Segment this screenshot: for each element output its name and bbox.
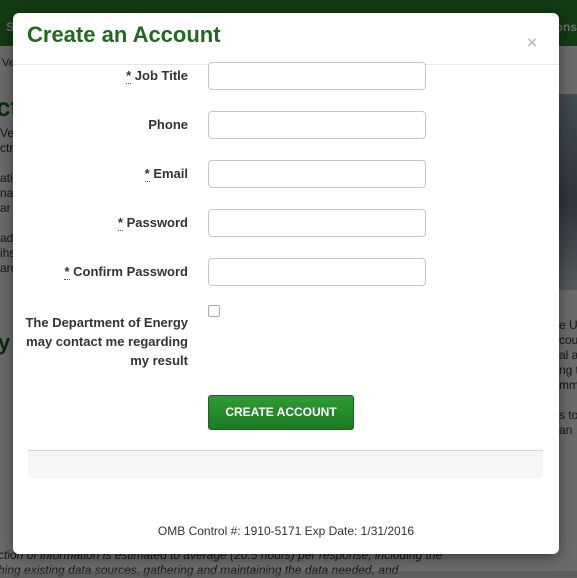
password-label-text: Password — [126, 215, 188, 230]
password-label: * Password — [117, 215, 188, 231]
form-row-job-title: * Job Title — [13, 62, 559, 92]
confirm-password-label-text: Confirm Password — [73, 264, 188, 279]
form-row-phone: Phone — [13, 111, 559, 141]
required-marker: * — [126, 68, 132, 84]
email-input[interactable] — [208, 160, 426, 188]
required-marker: * — [117, 215, 123, 231]
job-title-input[interactable] — [208, 62, 426, 90]
phone-label-text: Phone — [148, 117, 188, 132]
modal-title: Create an Account — [27, 22, 221, 47]
form-row-email: * Email — [13, 160, 559, 190]
phone-label: Phone — [148, 117, 188, 132]
contact-consent-label: The Department of Energy may contact me … — [25, 315, 188, 368]
contact-consent-checkbox[interactable] — [208, 305, 220, 317]
modal-footer — [28, 451, 543, 479]
required-marker: * — [64, 264, 70, 280]
job-title-label-text: Job Title — [134, 68, 188, 83]
required-marker: * — [144, 166, 150, 182]
create-account-button[interactable]: CREATE ACCOUNT — [208, 395, 354, 430]
create-account-modal: Create an Account × * Job Title Phone * … — [13, 13, 559, 554]
confirm-password-label: * Confirm Password — [64, 264, 188, 280]
close-icon[interactable]: × — [527, 34, 537, 51]
omb-control-number: OMB Control #: 1910-5171 Exp Date: 1/31/… — [157, 524, 415, 538]
email-label: * Email — [144, 166, 188, 182]
password-input[interactable] — [208, 209, 426, 237]
email-label-text: Email — [153, 166, 188, 181]
phone-input[interactable] — [208, 111, 426, 139]
form-row-password: * Password — [13, 209, 559, 239]
form-row-confirm-password: * Confirm Password — [13, 258, 559, 288]
confirm-password-input[interactable] — [208, 258, 426, 286]
job-title-label: * Job Title — [126, 68, 188, 84]
